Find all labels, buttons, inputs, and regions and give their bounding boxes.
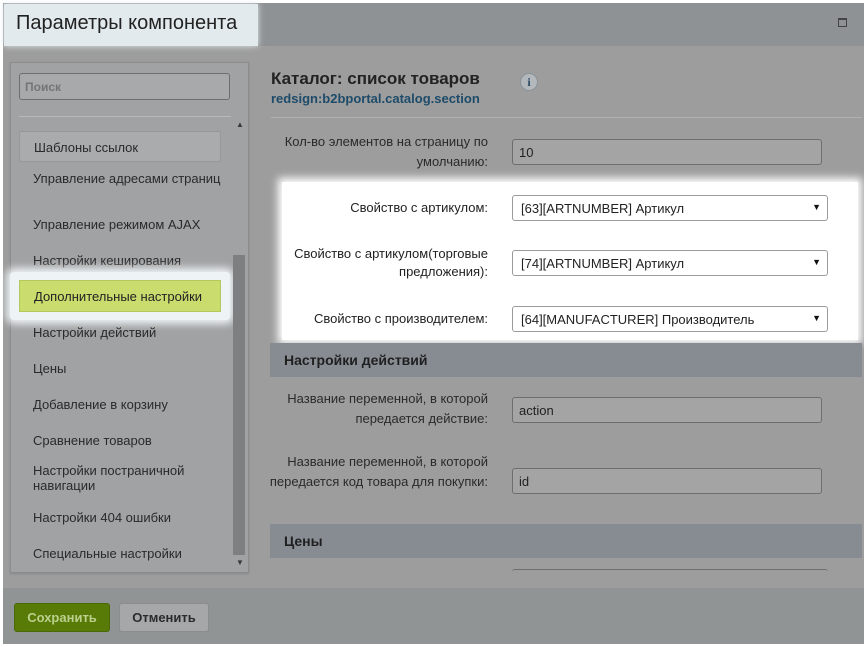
chevron-down-icon: ▼ <box>812 202 821 212</box>
page-size-input[interactable]: 10 <box>512 139 822 165</box>
divider <box>19 116 231 117</box>
sidebar-item-prices[interactable]: Цены <box>19 361 221 376</box>
action-variable-input[interactable]: action <box>512 397 822 423</box>
save-button[interactable]: Сохранить <box>14 603 110 632</box>
field-label: Кол-во элементов на страницу по умолчани… <box>284 134 488 169</box>
field-label: Свойство с артикулом: <box>350 200 488 215</box>
scroll-up-icon[interactable]: ▲ <box>236 120 244 129</box>
select-value: [74][ARTNUMBER] Артикул <box>521 256 685 271</box>
sidebar-item-404[interactable]: Настройки 404 ошибки <box>19 510 221 525</box>
sidebar-item-special[interactable]: Специальные настройки <box>19 546 221 561</box>
select-value: [63][ARTNUMBER] Артикул <box>521 201 685 216</box>
sidebar-item-link-templates[interactable]: Шаблоны ссылок <box>19 131 221 162</box>
manufacturer-select[interactable]: [64][MANUFACTURER] Производитель ▼ <box>512 306 828 332</box>
sidebar-item-pagination[interactable]: Настройки постраничной навигации <box>19 463 221 493</box>
artnumber-select[interactable]: [63][ARTNUMBER] Артикул ▼ <box>512 195 828 221</box>
info-icon[interactable]: i <box>520 73 538 91</box>
sidebar-item-additional[interactable]: Дополнительные настройки <box>19 280 221 312</box>
component-title: Каталог: список товаров <box>271 69 480 88</box>
offers-artnumber-select[interactable]: [74][ARTNUMBER] Артикул ▼ <box>512 250 828 276</box>
section-header-prices[interactable]: Цены <box>270 524 862 558</box>
search-input[interactable] <box>19 73 230 100</box>
sidebar-item-page-urls[interactable]: Управление адресами страниц <box>19 171 221 186</box>
sidebar-item-actions[interactable]: Настройки действий <box>19 325 221 340</box>
dialog-title: Параметры компонента <box>4 4 258 46</box>
scrollbar-thumb[interactable] <box>233 255 245 555</box>
sidebar-item-ajax[interactable]: Управление режимом AJAX <box>19 217 221 232</box>
section-header-actions[interactable]: Настройки действий <box>270 343 862 377</box>
chevron-down-icon: ▼ <box>812 313 821 323</box>
sidebar-item-cache[interactable]: Настройки кеширования <box>19 253 221 268</box>
divider <box>271 117 862 118</box>
select-value: [64][MANUFACTURER] Производитель <box>521 312 755 327</box>
component-code: redsign:b2bportal.catalog.section <box>271 91 480 106</box>
field-label: Свойство с артикулом(торговые предложени… <box>294 246 488 279</box>
field-label: Название переменной, в которой передаетс… <box>269 454 488 489</box>
partial-input[interactable] <box>512 569 828 588</box>
field-label: Свойство с производителем: <box>313 311 488 326</box>
sidebar-item-compare[interactable]: Сравнение товаров <box>19 433 221 448</box>
field-label: Название переменной, в которой передаетс… <box>287 391 488 426</box>
scroll-down-icon[interactable]: ▼ <box>236 558 244 567</box>
cancel-button[interactable]: Отменить <box>119 603 209 632</box>
product-id-variable-input[interactable]: id <box>512 468 822 494</box>
window-restore-icon[interactable] <box>838 18 847 27</box>
chevron-down-icon: ▼ <box>812 257 821 267</box>
sidebar-item-basket[interactable]: Добавление в корзину <box>19 397 221 412</box>
